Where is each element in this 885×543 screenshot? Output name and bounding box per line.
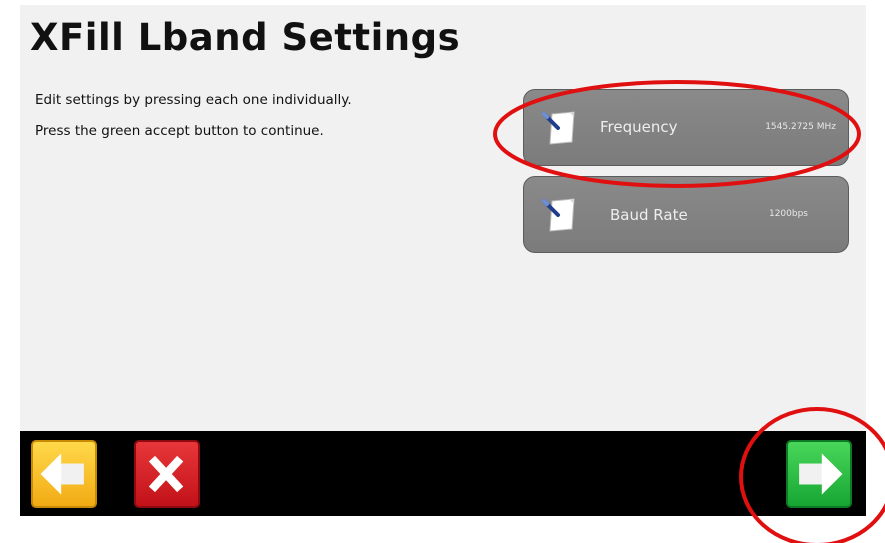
x-icon <box>148 455 184 493</box>
page-title: XFill Lband Settings <box>30 16 461 59</box>
accept-button[interactable] <box>786 440 852 508</box>
baud-rate-value: 1200bps <box>768 209 808 219</box>
frequency-value: 1545.2725 MHz <box>765 122 836 132</box>
frequency-setting-button[interactable]: Frequency 1545.2725 MHz <box>523 89 849 166</box>
instruction-line-accept: Press the green accept button to continu… <box>35 123 324 139</box>
bottom-navigation-bar <box>20 431 866 516</box>
baud-rate-setting-button[interactable]: Baud Rate 1200bps <box>523 176 849 253</box>
settings-screen: XFill Lband Settings Edit settings by pr… <box>20 5 866 516</box>
cancel-button[interactable] <box>134 440 200 508</box>
back-button[interactable] <box>31 440 97 508</box>
right-arrow-icon <box>799 453 843 495</box>
baud-rate-label: Baud Rate <box>610 206 688 224</box>
document-edit-icon <box>542 111 575 145</box>
frequency-label: Frequency <box>600 118 678 136</box>
instruction-line-edit: Edit settings by pressing each one indiv… <box>35 92 352 108</box>
left-arrow-icon <box>40 453 84 495</box>
instructions: Edit settings by pressing each one indiv… <box>35 93 395 155</box>
document-edit-icon <box>542 198 575 232</box>
